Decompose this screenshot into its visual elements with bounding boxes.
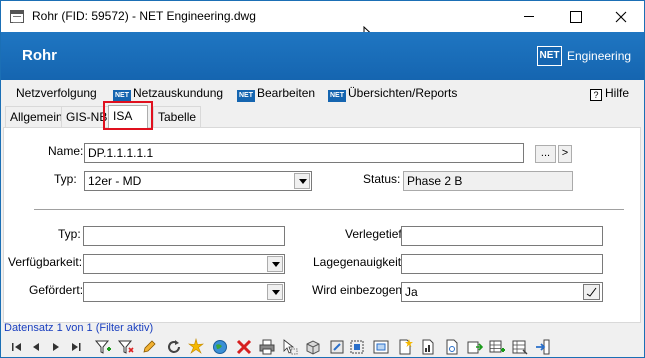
first-record-icon[interactable] bbox=[8, 338, 26, 356]
wird-einbezogen-value: Ja bbox=[405, 285, 418, 299]
tab-tabelle[interactable]: Tabelle bbox=[153, 106, 202, 127]
typ-select[interactable]: 12er - MD bbox=[84, 171, 312, 191]
chevron-down-icon[interactable] bbox=[267, 284, 283, 300]
chevron-down-icon[interactable] bbox=[294, 173, 310, 189]
name-label: Name: bbox=[48, 144, 84, 158]
zoom-object-icon[interactable] bbox=[348, 338, 366, 356]
wird-einbezogen-label: Wird einbezogen: bbox=[312, 283, 406, 297]
verfuegbarkeit-select[interactable] bbox=[83, 254, 285, 274]
section-divider bbox=[34, 209, 624, 211]
next-record-icon[interactable] bbox=[47, 338, 65, 356]
wird-einbezogen-field[interactable]: Ja bbox=[401, 282, 603, 302]
menu-netzverfolgung[interactable]: Netzverfolgung bbox=[16, 86, 97, 102]
app-table-icon bbox=[10, 10, 24, 23]
name-field[interactable]: DP.1.1.1.1.1 bbox=[84, 143, 524, 163]
tab-allgemein[interactable]: Allgemein bbox=[5, 106, 68, 127]
pencil-edit-icon[interactable] bbox=[140, 338, 158, 356]
menu-netzauskundung[interactable]: NET Netzauskundung bbox=[113, 86, 223, 102]
form-header: Rohr NET Engineering bbox=[1, 32, 644, 80]
print-icon[interactable] bbox=[258, 338, 276, 356]
chevron-down-icon[interactable] bbox=[267, 256, 283, 272]
record-status: Datensatz 1 von 1 (Filter aktiv) bbox=[4, 322, 154, 334]
gefoerdert-select[interactable] bbox=[83, 282, 285, 302]
refresh-icon[interactable] bbox=[165, 338, 183, 356]
menu-label: Bearbeiten bbox=[257, 86, 316, 100]
help-icon: ? bbox=[590, 89, 602, 101]
form-title: Rohr bbox=[22, 47, 57, 64]
tab-panel-isa: Name: DP.1.1.1.1.1 ... > Typ: 12er - MD … bbox=[3, 127, 641, 323]
application-window: Rohr (FID: 59572) - NET Engineering.dwg … bbox=[0, 0, 645, 358]
isa-typ-field[interactable] bbox=[83, 226, 285, 246]
menu-hilfe[interactable]: ? Hilfe bbox=[590, 86, 629, 102]
minimize-button[interactable] bbox=[506, 1, 552, 32]
title-bar: Rohr (FID: 59572) - NET Engineering.dwg bbox=[1, 1, 644, 32]
globe-icon[interactable] bbox=[211, 338, 229, 356]
logo-badge: NET bbox=[537, 46, 562, 66]
filter-remove-icon[interactable] bbox=[117, 338, 135, 356]
menu-label: Übersichten/Reports bbox=[348, 86, 458, 100]
verlegetiefe-field[interactable] bbox=[401, 226, 603, 246]
tab-highlight-box bbox=[103, 101, 153, 130]
report-icon[interactable] bbox=[419, 338, 437, 356]
grid-list-icon[interactable] bbox=[511, 338, 529, 356]
filter-add-icon[interactable] bbox=[94, 338, 112, 356]
close-button[interactable] bbox=[598, 1, 644, 32]
last-record-icon[interactable] bbox=[67, 338, 85, 356]
export-icon[interactable] bbox=[465, 338, 483, 356]
menu-uebersichten-reports[interactable]: NET Übersichten/Reports bbox=[328, 86, 457, 102]
select-pointer-icon[interactable] bbox=[281, 338, 299, 356]
menu-label: Netzauskundung bbox=[133, 86, 224, 100]
isa-typ-label: Typ: bbox=[58, 227, 81, 241]
record-toolbar bbox=[1, 336, 644, 358]
next-button[interactable]: > bbox=[558, 145, 572, 163]
menu-label: Hilfe bbox=[605, 86, 630, 100]
close-icon bbox=[615, 11, 627, 23]
new-document-icon[interactable] bbox=[396, 338, 414, 356]
cube-icon[interactable] bbox=[304, 338, 322, 356]
menu-bearbeiten[interactable]: NET Bearbeiten bbox=[237, 86, 315, 102]
typ-label: Typ: bbox=[54, 172, 77, 186]
new-record-star-icon[interactable] bbox=[187, 338, 205, 356]
exit-icon[interactable] bbox=[534, 338, 552, 356]
tab-strip: Allgemein GIS-NB ISA Tabelle bbox=[1, 105, 644, 128]
menu-label: Netzverfolgung bbox=[16, 86, 97, 100]
checkmark-icon[interactable] bbox=[583, 284, 600, 300]
window-title: Rohr (FID: 59572) - NET Engineering.dwg bbox=[32, 9, 256, 23]
lagegenauigkeit-label: Lagegenauigkeit: bbox=[313, 255, 405, 269]
typ-select-value: 12er - MD bbox=[88, 174, 142, 188]
logo-text: Engineering bbox=[567, 49, 632, 63]
net-icon: NET bbox=[237, 90, 255, 102]
frame-icon[interactable] bbox=[372, 338, 390, 356]
gefoerdert-label: Gefördert: bbox=[29, 283, 84, 297]
lagegenauigkeit-field[interactable] bbox=[401, 254, 603, 274]
ellipsis-button[interactable]: ... bbox=[535, 145, 556, 163]
status-field: Phase 2 B bbox=[403, 171, 573, 191]
net-icon: NET bbox=[328, 90, 346, 102]
maximize-button[interactable] bbox=[552, 1, 598, 32]
table-add-icon[interactable] bbox=[488, 338, 506, 356]
previous-record-icon[interactable] bbox=[27, 338, 45, 356]
select-objects-icon[interactable] bbox=[328, 338, 346, 356]
verfuegbarkeit-label: Verfügbarkeit: bbox=[8, 255, 83, 269]
document-link-icon[interactable] bbox=[443, 338, 461, 356]
delete-icon[interactable] bbox=[235, 338, 253, 356]
menu-bar: Netzverfolgung NET Netzauskundung NET Bear… bbox=[1, 80, 644, 106]
status-label: Status: bbox=[363, 172, 401, 186]
